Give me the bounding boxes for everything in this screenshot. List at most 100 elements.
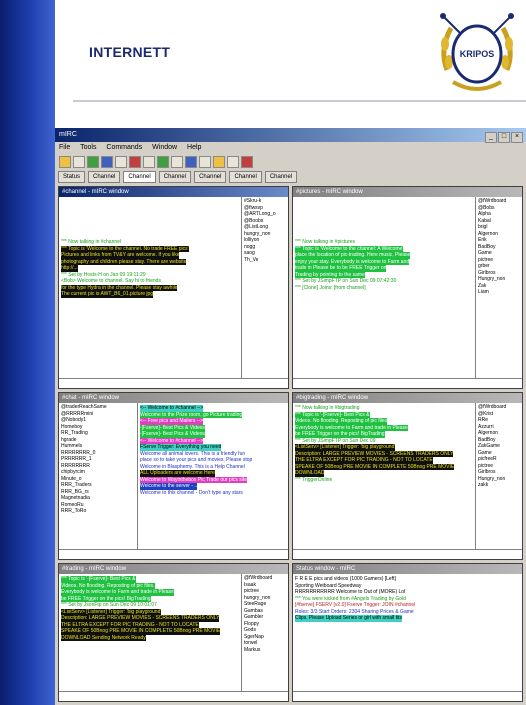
chat-log: *** Topic is '-[Fserve]- Best Pics & Vide… bbox=[59, 574, 241, 692]
cascade-icon[interactable] bbox=[199, 156, 211, 168]
chat-log: F R E E pics and videos (1000 Gamers) [L… bbox=[293, 574, 522, 692]
message-input[interactable] bbox=[293, 378, 522, 388]
switch-channel-5[interactable]: Channel bbox=[229, 171, 262, 183]
status-window[interactable]: Status window - mIRC F R E E pics and vi… bbox=[292, 563, 523, 702]
toolbar bbox=[55, 154, 526, 170]
chat-line-text: The current pic is AWT_B6_01.picture jpg bbox=[61, 291, 154, 298]
chat-line-text: *** Now talking in #channel bbox=[61, 239, 122, 245]
switch-channel-4[interactable]: Channel bbox=[194, 171, 227, 183]
message-input[interactable] bbox=[59, 549, 288, 559]
message-input[interactable] bbox=[293, 691, 522, 701]
nick-list[interactable]: @fWrdboard Isaak pictree hungry_non Stee… bbox=[241, 574, 288, 692]
chat-line-text: Welcome to this channel - Don't type any… bbox=[140, 489, 243, 496]
app-titlebar: mIRC _ □ × bbox=[55, 128, 526, 144]
channel-window-title: #pictures - mIRC window bbox=[293, 187, 522, 197]
kripos-logo: KRIPOS bbox=[440, 13, 514, 91]
channel-window-title: #bigtrading - mIRC window bbox=[293, 393, 522, 403]
disconnect-icon[interactable] bbox=[73, 156, 85, 168]
minimize-icon[interactable]: _ bbox=[485, 132, 497, 143]
channel-window[interactable]: #channel - mIRC window *** Now talking i… bbox=[58, 186, 289, 389]
status-window-title: Status window - mIRC bbox=[293, 564, 522, 574]
chat-line-text: *** [Clone] Joins: [from channel] bbox=[295, 284, 366, 291]
chat-line-text: *** You were kicked from #Angels Trading… bbox=[295, 595, 406, 602]
switch-channel-3[interactable]: Channel bbox=[158, 171, 192, 183]
chat-line: The current pic is AWT_B6_01.picture jpg bbox=[61, 291, 239, 298]
chat-line: Clips. Please Upload Series or girl with… bbox=[295, 615, 520, 622]
message-input[interactable] bbox=[59, 691, 288, 701]
chat-log: *** Now talking in #bigtrading *** Topic … bbox=[293, 403, 475, 550]
chat-line: Welcome to this channel - Don't type any… bbox=[140, 490, 286, 497]
menu-commands[interactable]: Commands bbox=[106, 144, 142, 151]
log-icon[interactable] bbox=[171, 156, 183, 168]
chat-line-text: *** Set by JsonFtp on Sun Dec 09 10:01:0… bbox=[61, 602, 157, 608]
chat-line-text: Roles: 3/3 Start Orders: 2304 Sharing Pr… bbox=[295, 608, 414, 615]
nick-list[interactable]: @traderReachSame @RRRRRmini @Nobody1 Hom… bbox=[59, 403, 138, 550]
side-band bbox=[0, 0, 55, 705]
chat-log: *** Now talking in #channel *** Topic is … bbox=[59, 197, 241, 379]
chat-line-text: *** Set by JSimpFTP on Sun Dec 09 07:42:… bbox=[295, 278, 397, 284]
message-input[interactable] bbox=[293, 549, 522, 559]
chat-line-text: *** Now talking in #pictures bbox=[295, 239, 356, 245]
chat-line-text: [#fserve] FSERV [v2.0] Fserve Trigger: J… bbox=[295, 602, 416, 608]
chat-line-text: Clips. Please Upload Series or girl with… bbox=[295, 615, 402, 622]
menu-file[interactable]: File bbox=[59, 144, 70, 151]
nick-list[interactable]: @fWrdboard @Bobs Alpha Kabal brigl Alger… bbox=[475, 197, 522, 379]
scripts-icon[interactable] bbox=[227, 156, 239, 168]
switch-channel-2[interactable]: Channel bbox=[123, 171, 156, 183]
top-strip bbox=[55, 0, 73, 100]
switch-channel-1[interactable]: Channel bbox=[88, 171, 121, 183]
irc-client-screenshot: mIRC _ □ × File Tools Commands Window Help… bbox=[55, 128, 526, 705]
channel-window-title: #trading - mIRC window bbox=[59, 564, 288, 574]
chat-line-text: Welcome in Blasphemy. This is a Help Cha… bbox=[140, 463, 245, 470]
channel-window-title: #chat - mIRC window bbox=[59, 393, 288, 403]
help-icon[interactable] bbox=[241, 156, 253, 168]
chat-line-text: *** Now talking in #bigtrading bbox=[295, 405, 360, 411]
tile-icon[interactable] bbox=[185, 156, 197, 168]
nick-list[interactable]: @fWrdboard @Krist RRe Azzurri Algernon B… bbox=[475, 403, 522, 550]
app-title: mIRC bbox=[59, 131, 77, 138]
switch-channel-6[interactable]: Channel bbox=[264, 171, 298, 183]
menu-help[interactable]: Help bbox=[187, 144, 201, 151]
maximize-icon[interactable]: □ bbox=[498, 132, 510, 143]
colors-icon[interactable] bbox=[213, 156, 225, 168]
chat-line: *** [Clone] Joins: [from channel] bbox=[295, 285, 473, 292]
chat-line-text: <Bob> Welcome to channel. Say hi to frie… bbox=[61, 278, 161, 284]
chat-line-text: *** Set by JSimpFTP on Sun Dec 09 bbox=[295, 437, 376, 444]
chat-line-text: photography and children please stay. Th… bbox=[61, 258, 187, 265]
close-icon[interactable]: × bbox=[511, 132, 523, 143]
options-icon[interactable] bbox=[87, 156, 99, 168]
chat-line-text: Welcome all animal lovers. This is a fri… bbox=[140, 450, 246, 457]
dcc-send-icon[interactable] bbox=[143, 156, 155, 168]
chat-line-text: *** Set by Hosts-H on Jan 09 19:11:29 bbox=[61, 271, 146, 278]
chat-log: *** Now talking in #pictures *** Topic is… bbox=[293, 197, 475, 379]
connect-icon[interactable] bbox=[59, 156, 71, 168]
window-controls: _ □ × bbox=[484, 130, 523, 144]
menu-tools[interactable]: Tools bbox=[80, 144, 96, 151]
dcc-chat-icon[interactable] bbox=[157, 156, 169, 168]
chat-line-text: place so to take your pics and movies, P… bbox=[140, 457, 253, 463]
channel-window[interactable]: #trading - mIRC window *** Topic is '-[F… bbox=[58, 563, 289, 702]
chat-line: *** TriggerOnline bbox=[295, 477, 473, 484]
page-title: INTERNETT bbox=[89, 44, 171, 60]
nick-list[interactable]: #Skru-k @fiwsvp @ARTLong_o @Boobs @ListL… bbox=[241, 197, 288, 379]
switch-status[interactable]: Status bbox=[58, 171, 86, 183]
channel-window[interactable]: #pictures - mIRC window *** Now talking … bbox=[292, 186, 523, 389]
notify-icon[interactable] bbox=[129, 156, 141, 168]
addressbook-icon[interactable] bbox=[115, 156, 127, 168]
channels-icon[interactable] bbox=[101, 156, 113, 168]
channel-window[interactable]: #chat - mIRC window @traderReachSame @RR… bbox=[58, 392, 289, 560]
chat-line-text: F R E E pics and videos (1000 Gamers) [L… bbox=[295, 576, 396, 582]
chat-line-text: Sporting Wetboard Speedway bbox=[295, 582, 362, 589]
chat-line: DOWNLOAD Sending Network Ready bbox=[61, 634, 239, 641]
chat-line-text: RRRRRRRRRRR Welcome to Out of (MORE) Lol bbox=[295, 589, 406, 595]
channel-windows-grid: #channel - mIRC window *** Now talking i… bbox=[58, 186, 523, 702]
header-divider bbox=[73, 100, 526, 102]
menu-window[interactable]: Window bbox=[152, 144, 177, 151]
chat-log: <-- Welcome to #channel --> Welcome to th… bbox=[138, 403, 288, 550]
channel-window-title: #channel - mIRC window bbox=[59, 187, 288, 197]
message-input[interactable] bbox=[59, 378, 288, 388]
chat-line-text: DOWNLOAD Sending Network Ready bbox=[61, 634, 146, 641]
menu-bar: File Tools Commands Window Help bbox=[55, 142, 526, 154]
chat-line-text: *** TriggerOnline bbox=[295, 476, 333, 483]
channel-window[interactable]: #bigtrading - mIRC window *** Now talkin… bbox=[292, 392, 523, 560]
